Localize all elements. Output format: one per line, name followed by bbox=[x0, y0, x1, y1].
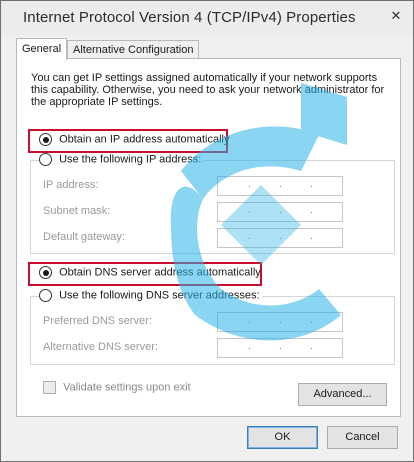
preferred-dns-label: Preferred DNS server: bbox=[43, 315, 152, 327]
subnet-mask-input[interactable]: ... bbox=[217, 202, 343, 222]
preferred-dns-input[interactable]: ... bbox=[217, 312, 343, 332]
general-panel: You can get IP settings assigned automat… bbox=[16, 58, 401, 417]
dialog-window: Internet Protocol Version 4 (TCP/IPv4) P… bbox=[0, 0, 414, 462]
radio-button-checked[interactable] bbox=[39, 133, 52, 146]
advanced-button[interactable]: Advanced... bbox=[298, 383, 387, 406]
title-bar: Internet Protocol Version 4 (TCP/IPv4) P… bbox=[1, 1, 413, 35]
default-gateway-label: Default gateway: bbox=[43, 231, 125, 243]
validate-checkbox[interactable] bbox=[43, 381, 56, 394]
alternative-dns-input[interactable]: ... bbox=[217, 338, 343, 358]
tab-alternative-configuration[interactable]: Alternative Configuration bbox=[67, 40, 200, 59]
radio-obtain-dns-auto[interactable]: Obtain DNS server address automatically bbox=[39, 266, 261, 282]
radio-label-dns-manual: Use the following DNS server addresses: bbox=[59, 289, 260, 302]
subnet-mask-label: Subnet mask: bbox=[43, 205, 111, 217]
default-gateway-input[interactable]: ... bbox=[217, 228, 343, 248]
radio-label-ip-auto: Obtain an IP address automatically bbox=[59, 133, 230, 146]
ip-address-label: IP address: bbox=[43, 179, 99, 191]
cancel-button[interactable]: Cancel bbox=[327, 426, 398, 449]
ok-button[interactable]: OK bbox=[247, 426, 318, 449]
alternative-dns-label: Alternative DNS server: bbox=[43, 341, 158, 353]
validate-label: Validate settings upon exit bbox=[63, 381, 191, 394]
intro-text: You can get IP settings assigned automat… bbox=[31, 72, 385, 108]
radio-use-following-ip[interactable]: Use the following IP address: bbox=[39, 153, 204, 169]
radio-button-checked[interactable] bbox=[39, 266, 52, 279]
close-icon[interactable]: ✕ bbox=[385, 6, 407, 26]
tab-general[interactable]: General bbox=[16, 38, 68, 60]
ip-address-input[interactable]: ... bbox=[217, 176, 343, 196]
radio-use-following-dns[interactable]: Use the following DNS server addresses: bbox=[39, 289, 262, 305]
radio-button-unchecked[interactable] bbox=[39, 153, 52, 166]
radio-label-dns-auto: Obtain DNS server address automatically bbox=[59, 266, 261, 279]
radio-obtain-ip-auto[interactable]: Obtain an IP address automatically bbox=[39, 133, 229, 149]
radio-label-ip-manual: Use the following IP address: bbox=[59, 153, 202, 166]
window-title: Internet Protocol Version 4 (TCP/IPv4) P… bbox=[23, 9, 356, 26]
validate-settings-row[interactable]: Validate settings upon exit bbox=[43, 381, 191, 394]
radio-button-unchecked[interactable] bbox=[39, 289, 52, 302]
